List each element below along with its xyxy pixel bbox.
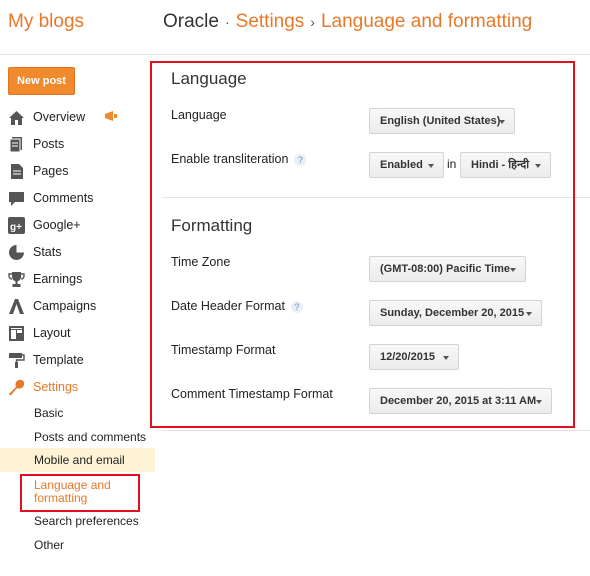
sidebar-item-label: Posts bbox=[33, 137, 65, 151]
new-post-button[interactable]: New post bbox=[8, 67, 75, 95]
sidebar-item-label: Pages bbox=[33, 164, 69, 178]
sidebar-item-template[interactable]: Template bbox=[0, 347, 155, 374]
sidebar-item-label: Stats bbox=[33, 245, 62, 259]
content-bottom-divider bbox=[162, 430, 590, 431]
page-title: Language and formatting bbox=[320, 11, 533, 32]
megaphone-icon bbox=[105, 111, 117, 121]
sidebar-subitem-label: Mobile and email bbox=[34, 453, 125, 467]
sidebar-subitem-label: Posts and comments bbox=[34, 430, 147, 444]
comments-icon bbox=[9, 192, 24, 206]
trophy-icon bbox=[8, 272, 25, 287]
sidebar-subitem-label: Other bbox=[34, 538, 65, 552]
posts-icon bbox=[9, 137, 22, 153]
sidebar-item-pages[interactable]: Pages bbox=[0, 158, 155, 185]
sidebar-subitem-label: Basic bbox=[34, 406, 64, 420]
sidebar-item-label: Layout bbox=[33, 326, 71, 340]
sidebar-item-layout[interactable]: Layout bbox=[0, 320, 155, 347]
pages-icon bbox=[11, 164, 23, 179]
sidebar-subitem-posts-and-comments[interactable]: Posts and comments bbox=[0, 426, 155, 448]
sidebar-subitem-search-preferences[interactable]: Search preferences bbox=[0, 510, 155, 532]
wrench-icon bbox=[8, 379, 25, 396]
sidebar-item-settings[interactable]: Settings bbox=[0, 374, 155, 401]
sidebar-item-campaigns[interactable]: Campaigns bbox=[0, 293, 155, 320]
sidebar-item-label: Settings bbox=[33, 380, 79, 394]
sidebar-item-label: Overview bbox=[33, 110, 86, 124]
sidebar-subitem-basic[interactable]: Basic bbox=[0, 402, 155, 424]
sidebar-item-google-plus[interactable]: g+ Google+ bbox=[0, 212, 155, 239]
sidebar-item-stats[interactable]: Stats bbox=[0, 239, 155, 266]
sidebar-subitem-mobile-and-email[interactable]: Mobile and email bbox=[0, 448, 155, 472]
sidebar-item-label: Comments bbox=[33, 191, 94, 205]
sidebar-nav: Overview Posts Pages Comments g+ Google+… bbox=[0, 104, 155, 401]
svg-text:g+: g+ bbox=[10, 222, 22, 233]
paint-roller-icon bbox=[9, 353, 25, 368]
breadcrumb-blog-name[interactable]: Oracle bbox=[163, 11, 219, 32]
breadcrumb: Oracle · Settings › Language and formatting bbox=[163, 11, 532, 33]
highlight-box-main bbox=[150, 61, 575, 428]
highlight-box-nav bbox=[20, 474, 140, 512]
top-header: My blogs Oracle · Settings › Language and fo… bbox=[0, 0, 590, 55]
my-blogs-link[interactable]: My blogs bbox=[8, 11, 84, 33]
stats-icon bbox=[9, 245, 24, 260]
campaigns-icon bbox=[9, 299, 24, 314]
home-icon bbox=[9, 111, 24, 125]
breadcrumb-settings[interactable]: Settings bbox=[236, 11, 305, 32]
sidebar-subitem-label: Search preferences bbox=[34, 514, 139, 528]
sidebar-item-earnings[interactable]: Earnings bbox=[0, 266, 155, 293]
sidebar-item-comments[interactable]: Comments bbox=[0, 185, 155, 212]
layout-icon bbox=[9, 326, 24, 341]
breadcrumb-chevron: › bbox=[310, 14, 315, 30]
sidebar-item-label: Earnings bbox=[33, 272, 83, 286]
google-plus-icon: g+ bbox=[8, 217, 25, 234]
sidebar-item-label: Template bbox=[33, 353, 84, 367]
sidebar-item-posts[interactable]: Posts bbox=[0, 131, 155, 158]
sidebar-item-label: Campaigns bbox=[33, 299, 97, 313]
sidebar-item-overview[interactable]: Overview bbox=[0, 104, 155, 131]
breadcrumb-separator: · bbox=[224, 14, 230, 30]
sidebar-subitem-other[interactable]: Other bbox=[0, 534, 155, 556]
sidebar-item-label: Google+ bbox=[33, 218, 81, 232]
